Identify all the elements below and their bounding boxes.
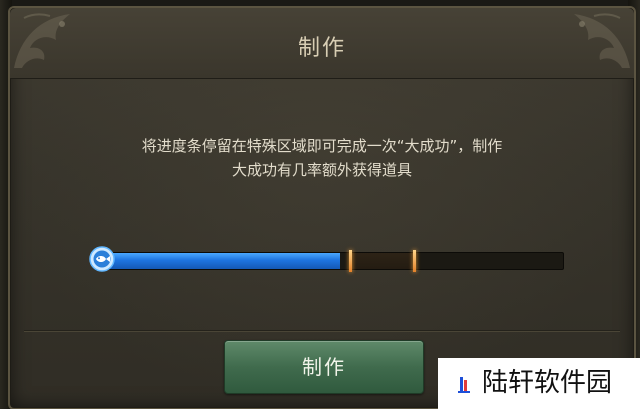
dialog-title-bar: 制作	[10, 8, 634, 79]
dialog-divider	[24, 330, 620, 331]
craft-dialog: 制作 将进度条停留在特殊区域即可完成一次“大成功”，制作 大成功有几率额外获得道…	[8, 6, 636, 409]
craft-progress-bar[interactable]	[89, 246, 564, 272]
watermark-text: 陆轩软件园	[482, 368, 613, 398]
dialog-title: 制作	[297, 36, 346, 61]
lighthouse-logo-icon	[458, 377, 470, 393]
watermark-badge: 陆轩软件园	[438, 358, 640, 409]
description-line-2: 大成功有几率额外获得道具	[231, 161, 412, 179]
special-zone-end-marker	[412, 250, 416, 272]
description-line-1: 将进度条停留在特殊区域即可完成一次“大成功”，制作	[141, 137, 503, 155]
fish-icon	[89, 246, 115, 272]
progress-fill	[99, 253, 341, 269]
special-zone	[349, 253, 415, 269]
craft-button[interactable]: 制作	[224, 340, 424, 394]
special-zone-start-marker	[348, 250, 352, 272]
craft-description: 将进度条停留在特殊区域即可完成一次“大成功”，制作 大成功有几率额外获得道具	[10, 134, 634, 182]
game-screen: 制作 将进度条停留在特殊区域即可完成一次“大成功”，制作 大成功有几率额外获得道…	[0, 0, 640, 409]
